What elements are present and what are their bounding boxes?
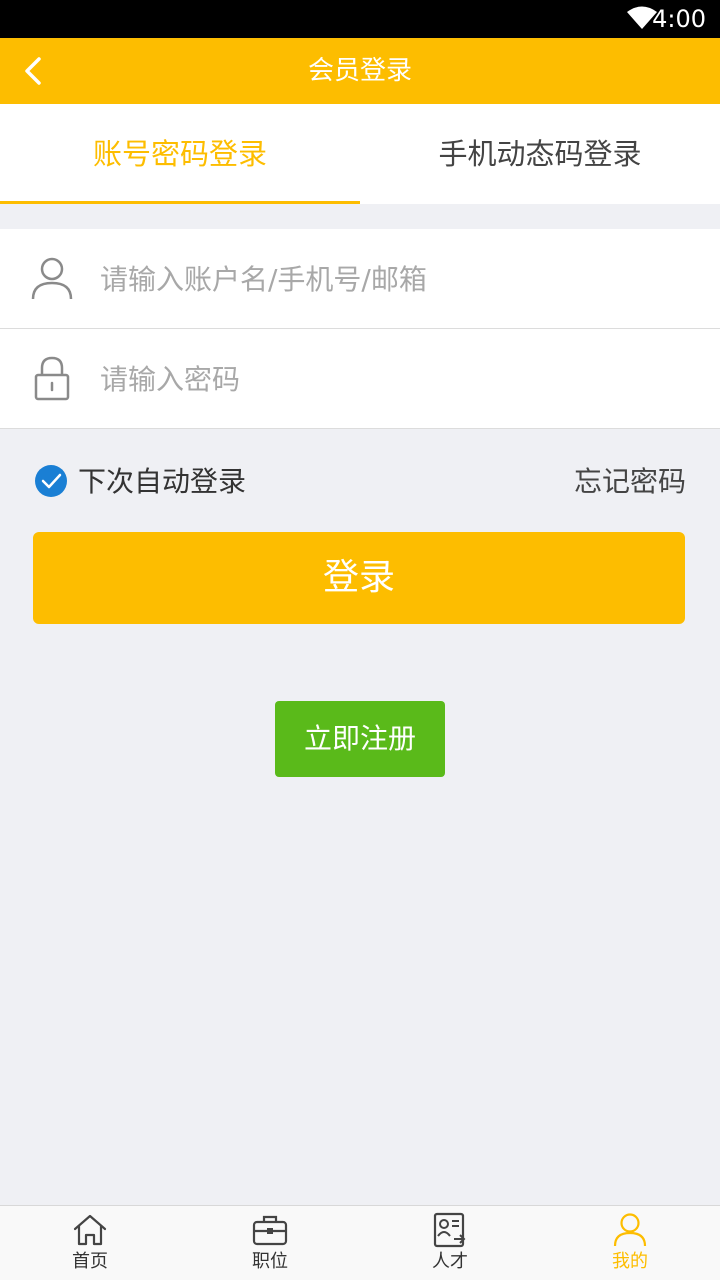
briefcase-icon [252,1215,288,1246]
user-icon [31,257,73,300]
password-field-row [0,329,720,429]
login-tabs: 账号密码登录 手机动态码登录 [0,104,720,204]
nav-item-talent[interactable]: 人才 [360,1206,540,1280]
nav-item-jobs[interactable]: 职位 [180,1206,360,1280]
status-time: 4:00 [652,5,706,33]
auto-login-label[interactable]: 下次自动登录 [78,460,246,504]
register-button[interactable]: 立即注册 [275,701,445,777]
nav-item-mine[interactable]: 我的 [540,1206,720,1280]
nav-item-home[interactable]: 首页 [0,1206,180,1280]
page-title: 会员登录 [307,56,412,86]
login-button[interactable]: 登录 [33,532,685,624]
forgot-password-link[interactable]: 忘记密码 [574,460,686,504]
lock-icon [34,356,70,401]
account-input[interactable] [100,249,690,309]
resume-icon [433,1212,466,1248]
home-icon [73,1214,107,1246]
status-bar: 4:00 [0,0,720,38]
bottom-nav: 首页 职位 人才 我的 [0,1205,720,1280]
account-field-row [0,229,720,329]
nav-label-jobs: 职位 [252,1251,288,1272]
nav-label-home: 首页 [72,1251,108,1272]
tab-sms-login[interactable]: 手机动态码登录 [360,104,720,204]
nav-label-talent: 人才 [432,1251,468,1272]
login-form [0,229,720,429]
auto-login-checkbox[interactable] [34,464,68,498]
nav-label-mine: 我的 [612,1251,648,1272]
login-options: 下次自动登录 忘记密码 [0,460,720,504]
profile-icon [613,1213,647,1247]
tab-password-login[interactable]: 账号密码登录 [0,104,360,204]
app-header: 会员登录 [0,38,720,104]
password-input[interactable] [100,349,690,409]
